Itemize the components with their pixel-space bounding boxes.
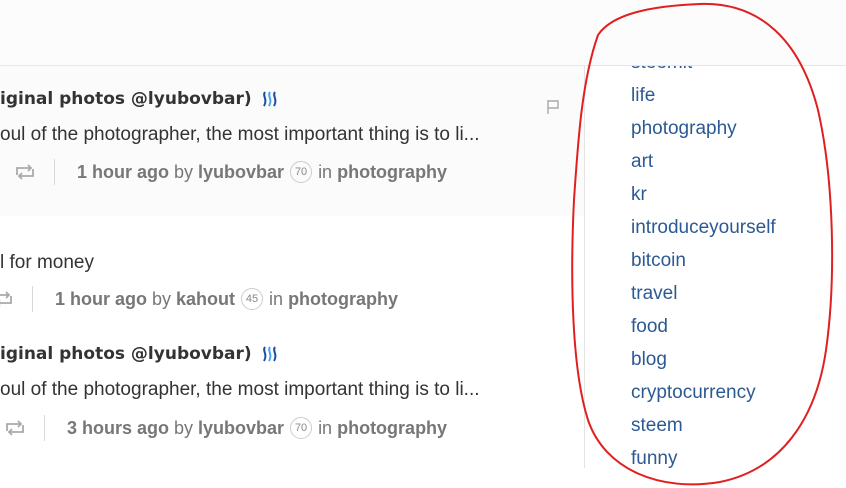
post-item: iginal photos @lyubovbar) oul of the pho… [0, 334, 584, 488]
post-excerpt[interactable]: l for money [0, 252, 94, 274]
post-excerpt[interactable]: oul of the photographer, the most import… [0, 379, 480, 401]
post-meta: 1 hour ago by lyubovbar 70 in photograph… [0, 159, 447, 185]
post-time[interactable]: 1 hour ago [55, 289, 147, 310]
post-author[interactable]: lyubovbar [198, 162, 284, 183]
divider [44, 415, 45, 441]
top-bar [0, 0, 846, 66]
post-category[interactable]: photography [337, 162, 447, 183]
in-label: in [318, 161, 333, 182]
in-label: in [318, 417, 333, 438]
author-reputation: 70 [290, 417, 313, 439]
in-label: in [269, 288, 284, 309]
tag-link-funny[interactable]: funny [631, 448, 677, 468]
tags-sidebar: steemit life photography art kr introduc… [584, 66, 846, 468]
post-time[interactable]: 3 hours ago [67, 418, 169, 439]
tag-link-bitcoin[interactable]: bitcoin [631, 250, 686, 272]
resteem-icon[interactable] [0, 290, 14, 308]
post-meta: 3 hours ago by lyubovbar 70 in photograp… [0, 415, 447, 441]
tag-link-photography[interactable]: photography [631, 118, 737, 140]
tag-link-introduceyourself[interactable]: introduceyourself [631, 217, 776, 239]
tag-link-kr[interactable]: kr [631, 184, 647, 206]
post-meta: 1 hour ago by kahout 45 in photography [0, 286, 398, 312]
flag-icon[interactable] [546, 99, 560, 115]
post-item: l for money 1 hour ago by kahout 45 in p… [0, 216, 584, 334]
by-label: by [174, 161, 194, 182]
resteem-icon[interactable] [14, 163, 36, 181]
author-reputation: 70 [290, 161, 313, 183]
post-category[interactable]: photography [337, 418, 447, 439]
steem-logo-icon [262, 346, 277, 362]
resteem-icon[interactable] [4, 419, 26, 437]
divider [54, 159, 55, 185]
author-reputation: 45 [241, 288, 264, 310]
post-feed: iginal photos @lyubovbar) oul of the pho… [0, 66, 584, 488]
tag-link-art[interactable]: art [631, 151, 653, 173]
post-author[interactable]: kahout [176, 289, 235, 310]
steem-logo-icon [262, 91, 277, 107]
post-time[interactable]: 1 hour ago [77, 162, 169, 183]
post-excerpt[interactable]: oul of the photographer, the most import… [0, 124, 480, 146]
divider [32, 286, 33, 312]
post-item: iginal photos @lyubovbar) oul of the pho… [0, 66, 584, 216]
post-author[interactable]: lyubovbar [198, 418, 284, 439]
post-title[interactable]: iginal photos @lyubovbar) [0, 89, 280, 109]
by-label: by [152, 288, 172, 309]
by-label: by [174, 417, 194, 438]
tag-link-food[interactable]: food [631, 316, 668, 338]
tag-link-steemit[interactable]: steemit [631, 66, 692, 74]
tag-link-travel[interactable]: travel [631, 283, 677, 305]
tag-link-life[interactable]: life [631, 85, 655, 107]
tag-link-cryptocurrency[interactable]: cryptocurrency [631, 382, 756, 404]
post-category[interactable]: photography [288, 289, 398, 310]
tag-link-steem[interactable]: steem [631, 415, 683, 437]
post-title[interactable]: iginal photos @lyubovbar) [0, 344, 280, 364]
tag-link-blog[interactable]: blog [631, 349, 667, 371]
